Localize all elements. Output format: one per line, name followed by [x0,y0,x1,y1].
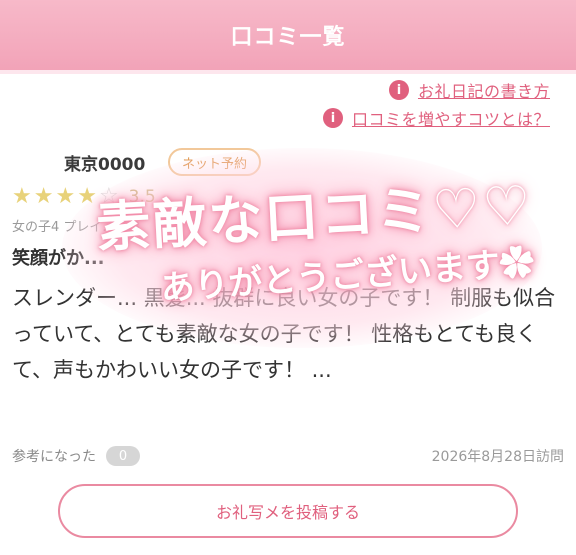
rating-score: 3.5 [128,186,156,207]
helpful-count[interactable]: 0 [106,446,140,466]
info-icon: i [388,80,409,100]
reviewer-name: 東京0000 [64,155,146,175]
visit-date: 2026年8月28日訪問 [431,449,564,465]
star-full-icon: ★ [33,184,54,209]
link-review-tips[interactable]: i 口コミを増やすコツとは？ [322,106,550,130]
info-icon: i [322,108,343,128]
net-reservation-badge: ネット予約 [168,148,262,176]
page-title: 口コミ一覧 [230,25,346,50]
helpful-label[interactable]: 参考になった [12,446,96,466]
header-divider [0,70,576,74]
rating-stars: ★ ★ ★ ★ ☆ 3.5 [12,184,156,209]
link-label: 口コミを増やすコツとは？ [351,110,550,129]
star-empty-icon: ☆ [98,184,119,209]
link-thank-you-diary[interactable]: i お礼日記の書き方 [388,78,550,102]
review-title: 笑顔がか... [12,248,105,269]
star-full-icon: ★ [55,184,76,209]
review-body: スレンダー... 黒髪... 抜群に良い女の子です！ 制服も似合っていて、とても… [12,286,556,382]
star-half-icon: ★ [77,184,97,209]
link-label: お礼日記の書き方 [417,82,550,101]
review-card: 東京0000 ネット予約 ★ ★ ★ ★ ☆ 3.5 女の子4 プレイ... 真… [0,140,576,470]
post-thank-you-photo-button[interactable]: お礼写メを投稿する [58,484,518,538]
star-full-icon: ★ [12,184,32,209]
review-meta: 女の子4 プレイ... 真3 [12,220,141,235]
review-footer: 参考になった 0 2026年8月28日訪問 [12,446,564,466]
page-header: 口コミ一覧 [0,0,576,70]
